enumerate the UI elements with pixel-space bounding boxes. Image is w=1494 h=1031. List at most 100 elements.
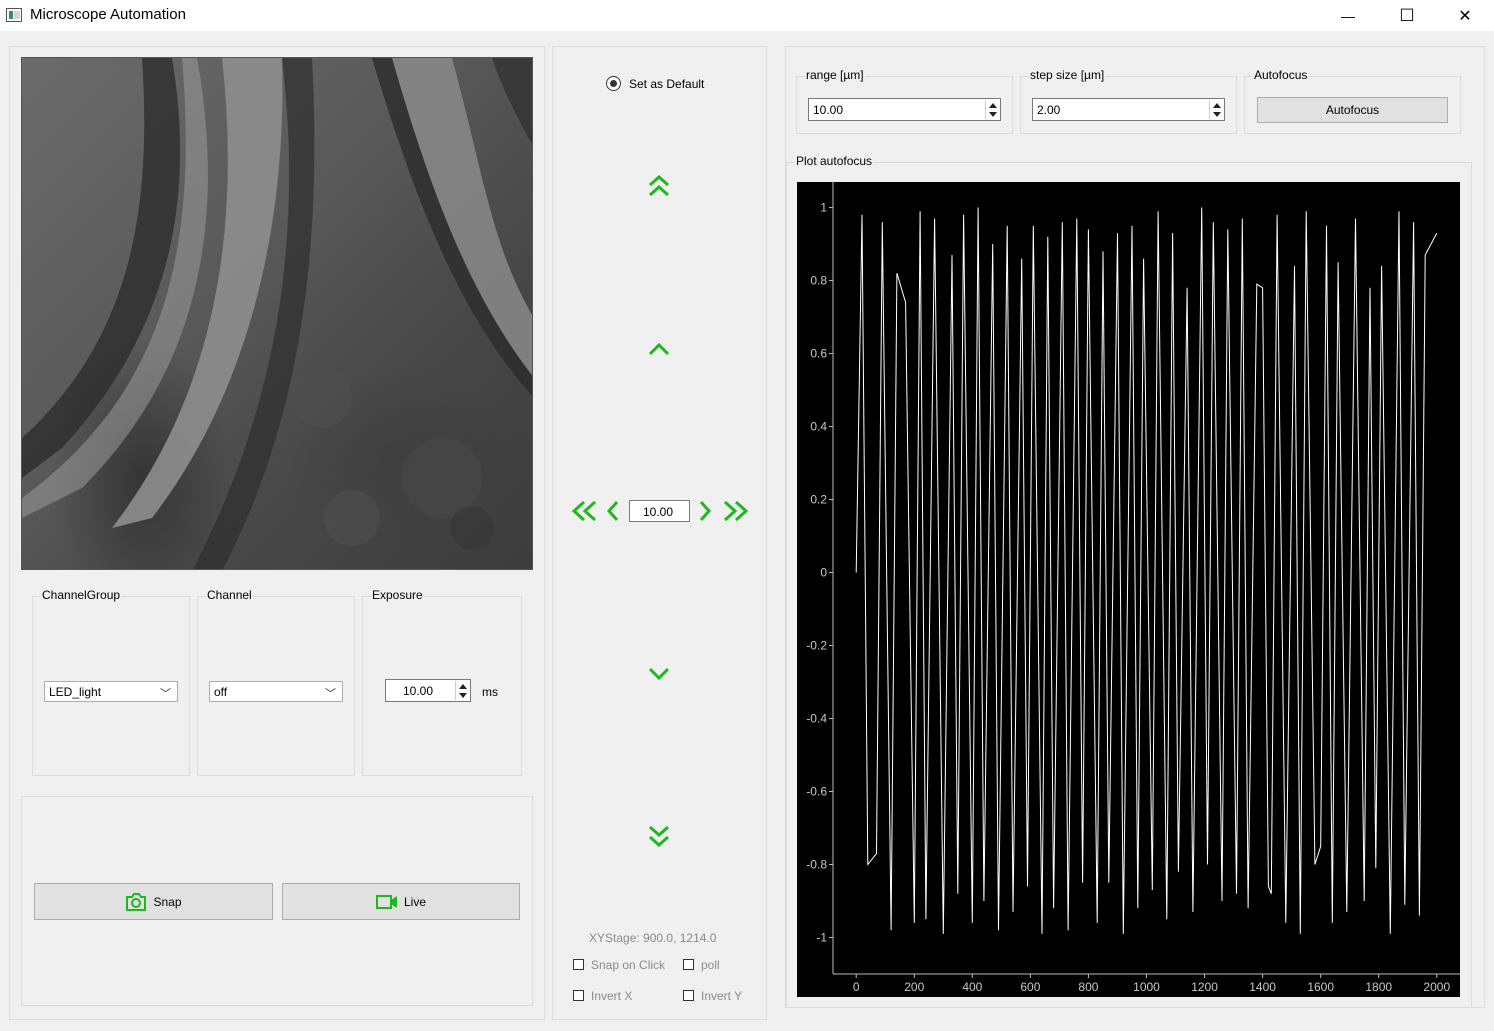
x-tick-label: 400 <box>962 980 982 994</box>
poll-label: poll <box>701 958 720 972</box>
chevron-down-icon <box>648 667 670 681</box>
snap-label: Snap <box>153 894 182 909</box>
x-tick-label: 600 <box>1020 980 1040 994</box>
range-value: 10.00 <box>813 103 844 117</box>
minimize-button[interactable]: — <box>1325 0 1371 31</box>
xy-stage-status: XYStage: 900.0, 1214.0 <box>589 931 717 945</box>
move-up-small-button[interactable] <box>644 337 674 361</box>
autofocus-button[interactable]: Autofocus <box>1257 97 1448 123</box>
set-default-label: Set as Default <box>629 77 705 91</box>
snap-on-click-label: Snap on Click <box>591 958 666 972</box>
acquisition-box: Snap Live <box>21 796 533 1006</box>
exposure-spinbox[interactable]: 10.00 <box>385 679 471 702</box>
autofocus-group-title: Autofocus <box>1253 68 1309 82</box>
exposure-unit: ms <box>482 685 498 699</box>
move-down-small-button[interactable] <box>644 662 674 686</box>
channel-dropdown[interactable]: off ﹀ <box>209 681 343 702</box>
channel-group-value: LED_light <box>49 685 102 699</box>
exposure-box: Exposure 10.00 ms <box>362 588 522 776</box>
step-size-spinbox[interactable]: 2.00 <box>1032 98 1225 121</box>
snap-on-click-checkbox[interactable] <box>573 959 584 970</box>
channel-box: Channel off ﹀ <box>197 588 355 776</box>
y-tick-label: -1 <box>816 931 827 945</box>
y-tick-label: -0.6 <box>806 785 827 799</box>
chevron-right-icon <box>699 501 712 521</box>
move-up-large-button[interactable] <box>644 172 674 200</box>
maximize-button[interactable]: ☐ <box>1384 0 1430 31</box>
x-tick-label: 800 <box>1078 980 1098 994</box>
double-chevron-right-icon <box>723 500 749 522</box>
y-tick-label: 0.8 <box>810 274 827 288</box>
spin-arrows[interactable] <box>1209 100 1223 119</box>
spin-up-icon[interactable] <box>1213 103 1221 108</box>
camera-icon <box>126 892 147 911</box>
invert-y-label: Invert Y <box>701 989 743 1003</box>
channel-group-title: ChannelGroup <box>41 588 122 602</box>
channel-title: Channel <box>206 588 253 602</box>
snap-button[interactable]: Snap <box>34 883 273 920</box>
y-tick-label: -0.8 <box>806 858 827 872</box>
y-tick-label: 0.2 <box>810 493 827 507</box>
move-right-small-button[interactable] <box>695 498 715 524</box>
channel-group-dropdown[interactable]: LED_light ﹀ <box>44 681 178 702</box>
camera-image-view[interactable] <box>21 57 533 570</box>
autofocus-button-label: Autofocus <box>1325 103 1380 117</box>
chevron-down-icon: ﹀ <box>325 688 336 700</box>
autofocus-chart: 1 0.8 0.6 0.4 0.2 0 -0.2 -0.4 -0.6 -0.8 -1 0 200 400 6… <box>806 182 1460 994</box>
video-camera-icon <box>375 894 397 909</box>
spin-arrows[interactable] <box>455 681 469 700</box>
y-tick-label: 1 <box>820 201 827 215</box>
x-tick-label: 0 <box>853 980 860 994</box>
title-bar: Microscope Automation — ☐ ✕ <box>0 0 1494 31</box>
spin-down-icon[interactable] <box>459 693 467 698</box>
chevron-up-icon <box>648 342 670 356</box>
channel-group-box: ChannelGroup LED_light ﹀ <box>32 588 190 776</box>
move-right-large-button[interactable] <box>720 498 752 524</box>
set-default-radio[interactable] <box>606 76 621 91</box>
y-tick-label: 0.6 <box>810 347 827 361</box>
autofocus-plot[interactable]: 1 0.8 0.6 0.4 0.2 0 -0.2 -0.4 -0.6 -0.8 -1 0 200 400 6… <box>797 182 1460 997</box>
close-icon: ✕ <box>1458 7 1472 25</box>
spin-down-icon[interactable] <box>1213 112 1221 117</box>
invert-x-checkbox[interactable] <box>573 990 584 1001</box>
plot-title: Plot autofocus <box>795 154 874 168</box>
double-chevron-left-icon <box>571 500 597 522</box>
spin-arrows[interactable] <box>985 100 999 119</box>
range-title: range [µm] <box>805 68 865 82</box>
window-title: Microscope Automation <box>30 6 186 23</box>
x-tick-label: 2000 <box>1423 980 1450 994</box>
x-tick-label: 1400 <box>1249 980 1276 994</box>
double-chevron-down-icon <box>649 825 669 848</box>
channel-value: off <box>214 685 228 699</box>
range-spinbox[interactable]: 10.00 <box>808 98 1001 121</box>
spin-up-icon[interactable] <box>989 103 997 108</box>
app-icon <box>6 8 22 22</box>
invert-x-label: Invert X <box>591 989 633 1003</box>
invert-y-checkbox[interactable] <box>683 990 694 1001</box>
x-tick-label: 1600 <box>1307 980 1334 994</box>
move-down-large-button[interactable] <box>644 822 674 850</box>
x-tick-label: 1000 <box>1133 980 1160 994</box>
move-left-large-button[interactable] <box>568 498 600 524</box>
focus-score-line <box>855 207 1438 934</box>
x-tick-label: 1800 <box>1365 980 1392 994</box>
spin-up-icon[interactable] <box>459 684 467 689</box>
chevron-down-icon: ﹀ <box>160 688 171 700</box>
move-left-small-button[interactable] <box>603 498 623 524</box>
spin-down-icon[interactable] <box>989 112 997 117</box>
step-size-title: step size [µm] <box>1029 68 1106 82</box>
close-button[interactable]: ✕ <box>1442 0 1488 31</box>
poll-checkbox[interactable] <box>683 959 694 970</box>
live-button[interactable]: Live <box>282 883 520 920</box>
step-size-value: 2.00 <box>1037 103 1061 117</box>
y-tick-label: 0.4 <box>810 420 827 434</box>
y-tick-label: -0.4 <box>806 712 827 726</box>
range-group: range [µm] 10.00 <box>796 68 1013 134</box>
x-tick-label: 1200 <box>1191 980 1218 994</box>
chevron-left-icon <box>606 501 619 521</box>
stage-step-value: 10.00 <box>643 505 674 519</box>
stage-step-input[interactable]: 10.00 <box>629 500 690 522</box>
double-chevron-up-icon <box>649 174 669 197</box>
exposure-title: Exposure <box>371 588 424 602</box>
live-label: Live <box>403 894 426 909</box>
